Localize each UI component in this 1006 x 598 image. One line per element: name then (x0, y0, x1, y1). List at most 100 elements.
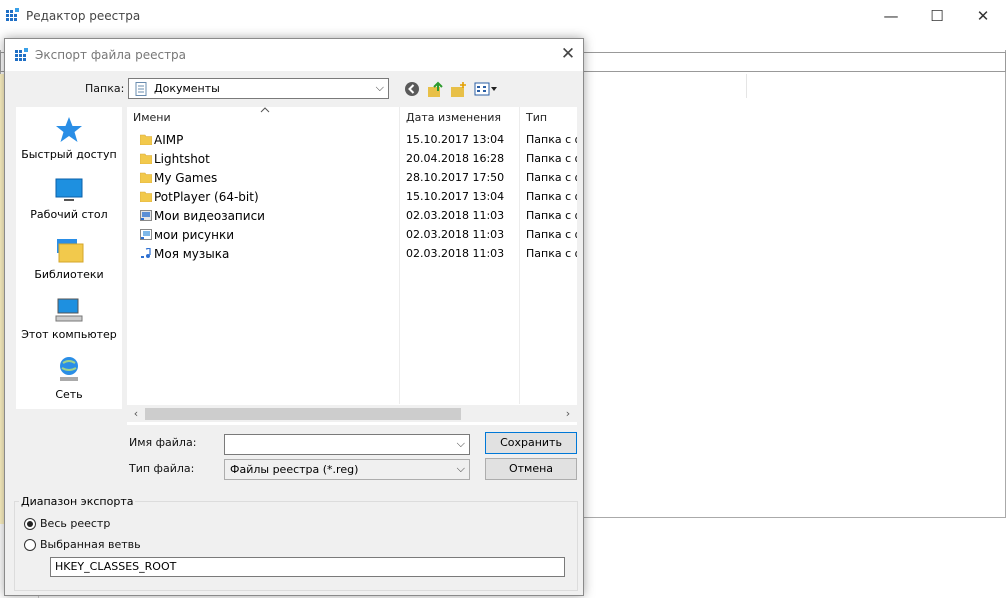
branch-path-input[interactable]: HKEY_CLASSES_ROOT (50, 557, 565, 577)
column-header-date[interactable]: Дата изменения (406, 107, 501, 129)
chevron-down-icon: ⌵ (375, 81, 384, 94)
value-column-divider (746, 74, 747, 98)
file-type: Папка с файлами (526, 247, 577, 260)
filetype-select[interactable]: Файлы реестра (*.reg) ⌵ (224, 459, 470, 480)
horizontal-scrollbar[interactable]: ‹ › (127, 405, 577, 422)
up-folder-icon (428, 81, 443, 97)
computer-icon (55, 298, 83, 322)
file-date: 20.04.2018 16:28 (406, 152, 505, 165)
place-label-this-pc: Этот компьютер (21, 328, 117, 341)
folder-icon (140, 153, 152, 164)
main-close-button[interactable]: ✕ (960, 0, 1006, 32)
file-name: AIMP (154, 133, 184, 147)
back-button[interactable] (401, 81, 423, 101)
file-name: Lightshot (154, 152, 210, 166)
regedit-dialog-icon (15, 48, 28, 61)
file-row[interactable]: My Games 28.10.2017 17:50 Папка с файлам… (127, 169, 577, 188)
file-name: PotPlayer (64-bit) (154, 190, 259, 204)
filetype-label: Тип файла: (129, 462, 195, 475)
file-type: Папка с файлами (526, 171, 577, 184)
place-network[interactable]: Сеть (16, 355, 122, 401)
file-row[interactable]: Мои видеозаписи 02.03.2018 11:03 Папка с… (127, 207, 577, 226)
column-header-type[interactable]: Тип (526, 107, 547, 129)
place-libraries[interactable]: Библиотеки (16, 235, 122, 281)
file-list[interactable]: Имени Дата изменения Тип AIMP 15.10.2017… (127, 107, 577, 425)
file-type: Папка с файлами (526, 152, 577, 165)
file-date: 15.10.2017 13:04 (406, 190, 505, 203)
file-date: 28.10.2017 17:50 (406, 171, 505, 184)
place-quick-access[interactable]: Быстрый доступ (16, 115, 122, 161)
file-row[interactable]: Lightshot 20.04.2018 16:28 Папка с файла… (127, 150, 577, 169)
file-date: 15.10.2017 13:04 (406, 133, 505, 146)
regedit-app-icon (6, 8, 19, 21)
chevron-down-icon: ⌵ (456, 462, 465, 475)
export-range-title: Диапазон экспорта (19, 495, 136, 508)
filetype-value: Файлы реестра (*.reg) (230, 463, 359, 476)
file-row[interactable]: Моя музыка 02.03.2018 11:03 Папка с файл… (127, 245, 577, 264)
file-row[interactable]: PotPlayer (64-bit) 15.10.2017 13:04 Папк… (127, 188, 577, 207)
file-name: Мои видеозаписи (154, 209, 265, 223)
dialog-close-button[interactable]: ✕ (553, 39, 583, 71)
file-type: Папка с файлами (526, 209, 577, 222)
desktop-icon (55, 178, 83, 201)
quick-access-icon (56, 117, 82, 142)
music-shortcut-icon (141, 248, 151, 258)
file-date: 02.03.2018 11:03 (406, 228, 505, 241)
place-this-pc[interactable]: Этот компьютер (16, 295, 122, 341)
folder-combo[interactable]: Документы ⌵ (128, 78, 389, 99)
folder-value: Документы (154, 82, 220, 95)
videos-shortcut-icon (140, 210, 152, 221)
folder-icon (140, 134, 152, 145)
documents-icon (135, 82, 147, 96)
view-menu-button[interactable] (472, 81, 500, 101)
maximize-button[interactable]: ☐ (914, 0, 960, 32)
file-type: Папка с файлами (526, 190, 577, 203)
radio-label-selected-branch: Выбранная ветвь (40, 538, 141, 551)
file-name: Моя музыка (154, 247, 230, 261)
libraries-icon (57, 239, 84, 263)
place-label-quick-access: Быстрый доступ (21, 148, 117, 161)
folder-label: Папка: (85, 82, 125, 95)
folder-icon (140, 172, 152, 183)
new-folder-icon (451, 82, 466, 97)
up-folder-button[interactable] (424, 81, 446, 101)
places-bar: Быстрый доступ Рабочий стол Библиотеки Э… (16, 107, 122, 409)
network-icon (60, 357, 78, 381)
file-date: 02.03.2018 11:03 (406, 209, 505, 222)
cancel-button[interactable]: Отмена (485, 458, 577, 480)
new-folder-button[interactable] (447, 81, 469, 101)
file-type: Папка с файлами (526, 228, 577, 241)
column-header-name[interactable]: Имени (133, 107, 171, 129)
dialog-title-bar: Экспорт файла реестра ✕ (5, 39, 583, 71)
main-window-title: Редактор реестра (26, 9, 141, 23)
radio-label-whole-registry: Весь реестр (40, 517, 111, 530)
main-title-bar: Редактор реестра — ☐ ✕ (0, 0, 1006, 32)
radio-selected-branch[interactable] (24, 539, 36, 551)
place-label-desktop: Рабочий стол (30, 208, 108, 221)
chevron-down-icon: ⌵ (456, 437, 465, 450)
minimize-button[interactable]: — (868, 0, 914, 32)
file-name: мои рисунки (154, 228, 235, 242)
file-date: 02.03.2018 11:03 (406, 247, 505, 260)
file-row[interactable]: AIMP 15.10.2017 13:04 Папка с файлами (127, 131, 577, 150)
place-desktop[interactable]: Рабочий стол (16, 175, 122, 221)
view-menu-icon (474, 82, 497, 96)
back-icon (405, 82, 419, 96)
scroll-left-icon[interactable]: ‹ (128, 405, 144, 422)
folder-icon (140, 191, 152, 202)
pictures-shortcut-icon (140, 229, 152, 240)
dialog-title: Экспорт файла реестра (35, 48, 187, 62)
file-type: Папка с файлами (526, 133, 577, 146)
file-row[interactable]: мои рисунки 02.03.2018 11:03 Папка с фай… (127, 226, 577, 245)
radio-whole-registry[interactable] (24, 518, 36, 530)
place-label-network: Сеть (55, 388, 83, 401)
scrollbar-thumb[interactable] (145, 408, 461, 420)
filename-input[interactable]: ⌵ (224, 434, 470, 455)
save-button[interactable]: Сохранить (485, 432, 577, 454)
place-label-libraries: Библиотеки (34, 268, 104, 281)
export-dialog: Экспорт файла реестра ✕ Папка: Документы… (4, 38, 584, 596)
filename-label: Имя файла: (129, 436, 197, 449)
sort-ascending-icon (260, 107, 270, 113)
file-name: My Games (154, 171, 218, 185)
scroll-right-icon[interactable]: › (560, 405, 576, 422)
